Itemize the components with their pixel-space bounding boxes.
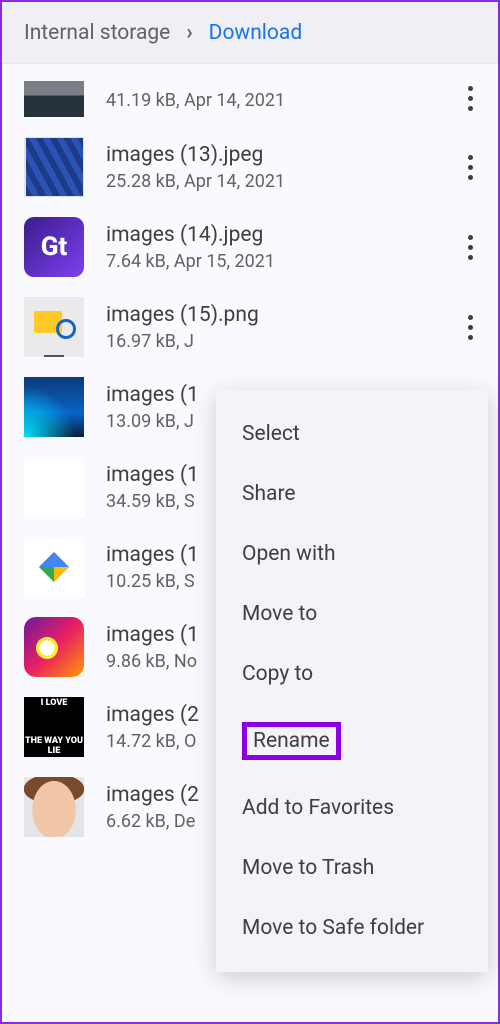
more-options-icon[interactable]: [456, 80, 484, 117]
file-thumbnail: [24, 457, 84, 517]
chevron-right-icon: ›: [186, 21, 192, 45]
file-thumbnail: [24, 377, 84, 437]
menu-item-rename[interactable]: Rename: [216, 704, 488, 778]
menu-item-move-safe[interactable]: Move to Safe folder: [216, 898, 488, 958]
file-thumbnail: Gt: [24, 217, 84, 277]
file-name: images (14).jpeg: [106, 223, 434, 247]
list-item[interactable]: images (13).jpeg 25.28 kB, Apr 14, 2021: [2, 127, 498, 207]
menu-item-select[interactable]: Select: [216, 404, 488, 464]
more-options-icon[interactable]: [456, 149, 484, 186]
file-thumbnail: I LOVE THE WAY YOU LIE: [24, 697, 84, 757]
file-meta: 16.97 kB, J: [106, 331, 434, 352]
more-options-icon[interactable]: [456, 309, 484, 346]
breadcrumb-parent[interactable]: Internal storage: [24, 21, 170, 45]
file-thumbnail: [24, 777, 84, 837]
menu-item-share[interactable]: Share: [216, 464, 488, 524]
rename-highlight: Rename: [242, 722, 341, 760]
file-name: images (15).png: [106, 303, 434, 327]
menu-item-add-favorites[interactable]: Add to Favorites: [216, 778, 488, 838]
file-meta: 25.28 kB, Apr 14, 2021: [106, 171, 434, 192]
list-item[interactable]: images (15).png 16.97 kB, J: [2, 287, 498, 367]
file-thumbnail: [24, 537, 84, 597]
more-options-icon[interactable]: [456, 229, 484, 266]
file-meta: 41.19 kB, Apr 14, 2021: [106, 90, 434, 111]
context-menu: Select Share Open with Move to Copy to R…: [216, 390, 488, 972]
file-thumbnail: [24, 297, 84, 357]
file-thumbnail: [24, 137, 84, 197]
menu-item-copy-to[interactable]: Copy to: [216, 644, 488, 704]
meme-bottom-text: THE WAY YOU LIE: [24, 736, 84, 756]
meme-top-text: I LOVE: [41, 698, 68, 708]
file-thumbnail: [24, 81, 84, 117]
menu-item-move-trash[interactable]: Move to Trash: [216, 838, 488, 898]
file-meta: 7.64 kB, Apr 15, 2021: [106, 251, 434, 272]
breadcrumb: Internal storage › Download: [2, 2, 498, 64]
list-item[interactable]: 41.19 kB, Apr 14, 2021: [2, 68, 498, 127]
file-manager-screen: Internal storage › Download 41.19 kB, Ap…: [2, 2, 498, 1022]
breadcrumb-current[interactable]: Download: [209, 21, 303, 45]
file-name: images (13).jpeg: [106, 143, 434, 167]
menu-item-open-with[interactable]: Open with: [216, 524, 488, 584]
list-item[interactable]: Gt images (14).jpeg 7.64 kB, Apr 15, 202…: [2, 207, 498, 287]
menu-item-move-to[interactable]: Move to: [216, 584, 488, 644]
file-thumbnail: [24, 617, 84, 677]
